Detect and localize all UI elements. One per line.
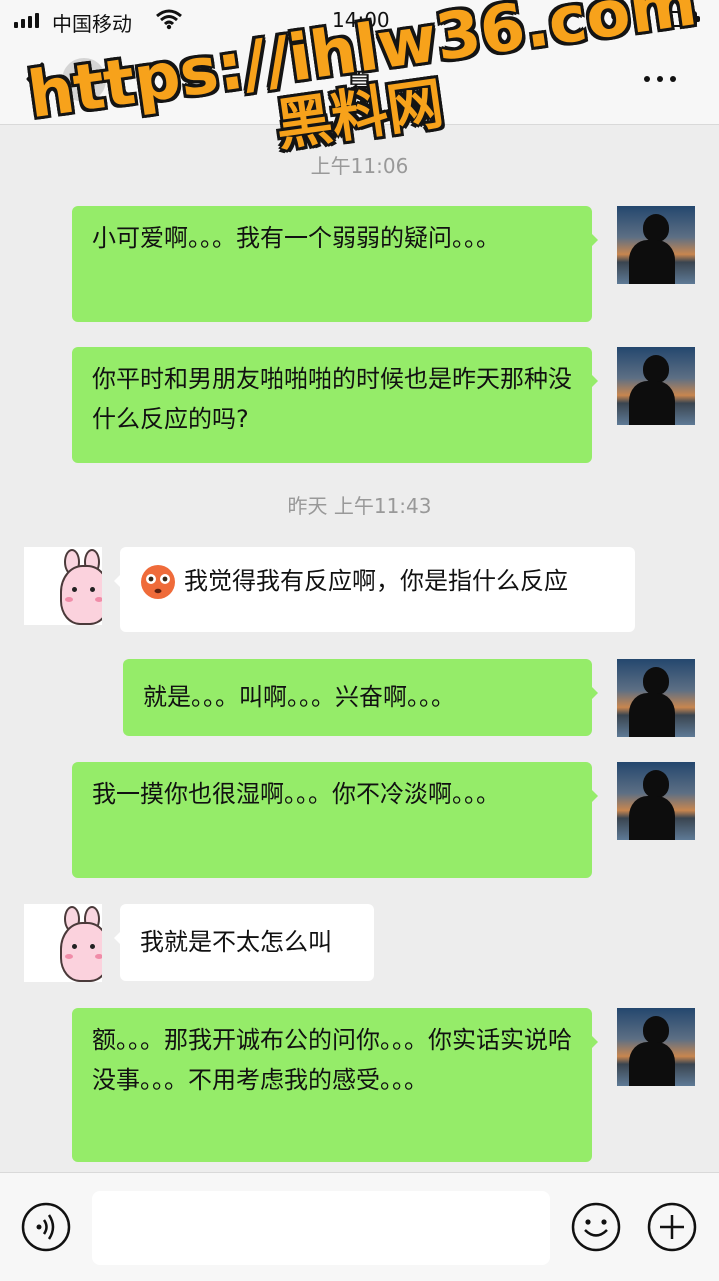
my-avatar[interactable] (617, 1008, 695, 1086)
message-bubble-sent[interactable]: 小可爱啊。。。我有一个弱弱的疑问。。。 (72, 206, 598, 322)
contact-avatar[interactable] (24, 904, 102, 982)
voice-icon (21, 1202, 71, 1252)
my-avatar[interactable] (617, 659, 695, 737)
flushed-face-icon (141, 565, 175, 599)
message-timestamp: 昨天 上午11:43 (287, 494, 432, 518)
my-avatar[interactable] (617, 347, 695, 425)
chat-title: 夏 (345, 67, 374, 100)
signal-icon (14, 12, 39, 28)
message-input[interactable] (92, 1191, 550, 1265)
battery-percent: % (610, 8, 630, 32)
plus-icon (647, 1202, 697, 1252)
emoji-icon (571, 1202, 621, 1252)
more-options-button[interactable] (644, 76, 676, 82)
status-time: 14:00 (332, 8, 390, 32)
chat-header: 7 夏 (0, 40, 719, 125)
message-text: 我觉得我有反应啊，你是指什么反应 (184, 567, 568, 595)
emoji-button[interactable] (570, 1201, 622, 1253)
my-avatar[interactable] (617, 762, 695, 840)
voice-button[interactable] (20, 1201, 72, 1253)
message-bubble-received[interactable]: 我就是不太怎么叫 (114, 904, 374, 981)
message-timestamp: 上午11:06 (310, 154, 409, 178)
message-bubble-received[interactable]: 我觉得我有反应啊，你是指什么反应 (114, 547, 635, 632)
wifi-icon (156, 9, 182, 30)
contact-avatar[interactable] (24, 547, 102, 625)
battery-icon (661, 11, 700, 27)
message-bubble-sent[interactable]: 额。。。那我开诚布公的问你。。。你实话实说哈没事。。。不用考虑我的感受。。。 (72, 1008, 598, 1162)
message-bubble-sent[interactable]: 你平时和男朋友啪啪啪的时候也是昨天那种没什么反应的吗? (72, 347, 598, 463)
message-bubble-sent[interactable]: 我一摸你也很湿啊。。。你不冷淡啊。。。 (72, 762, 598, 878)
status-bar: 中国移动 14:00 % (0, 0, 719, 40)
input-bar (0, 1172, 719, 1281)
my-avatar[interactable] (617, 206, 695, 284)
carrier-name: 中国移动 (52, 12, 132, 36)
message-bubble-sent[interactable]: 就是。。。叫啊。。。兴奋啊。。。 (123, 659, 598, 736)
more-functions-button[interactable] (646, 1201, 698, 1253)
